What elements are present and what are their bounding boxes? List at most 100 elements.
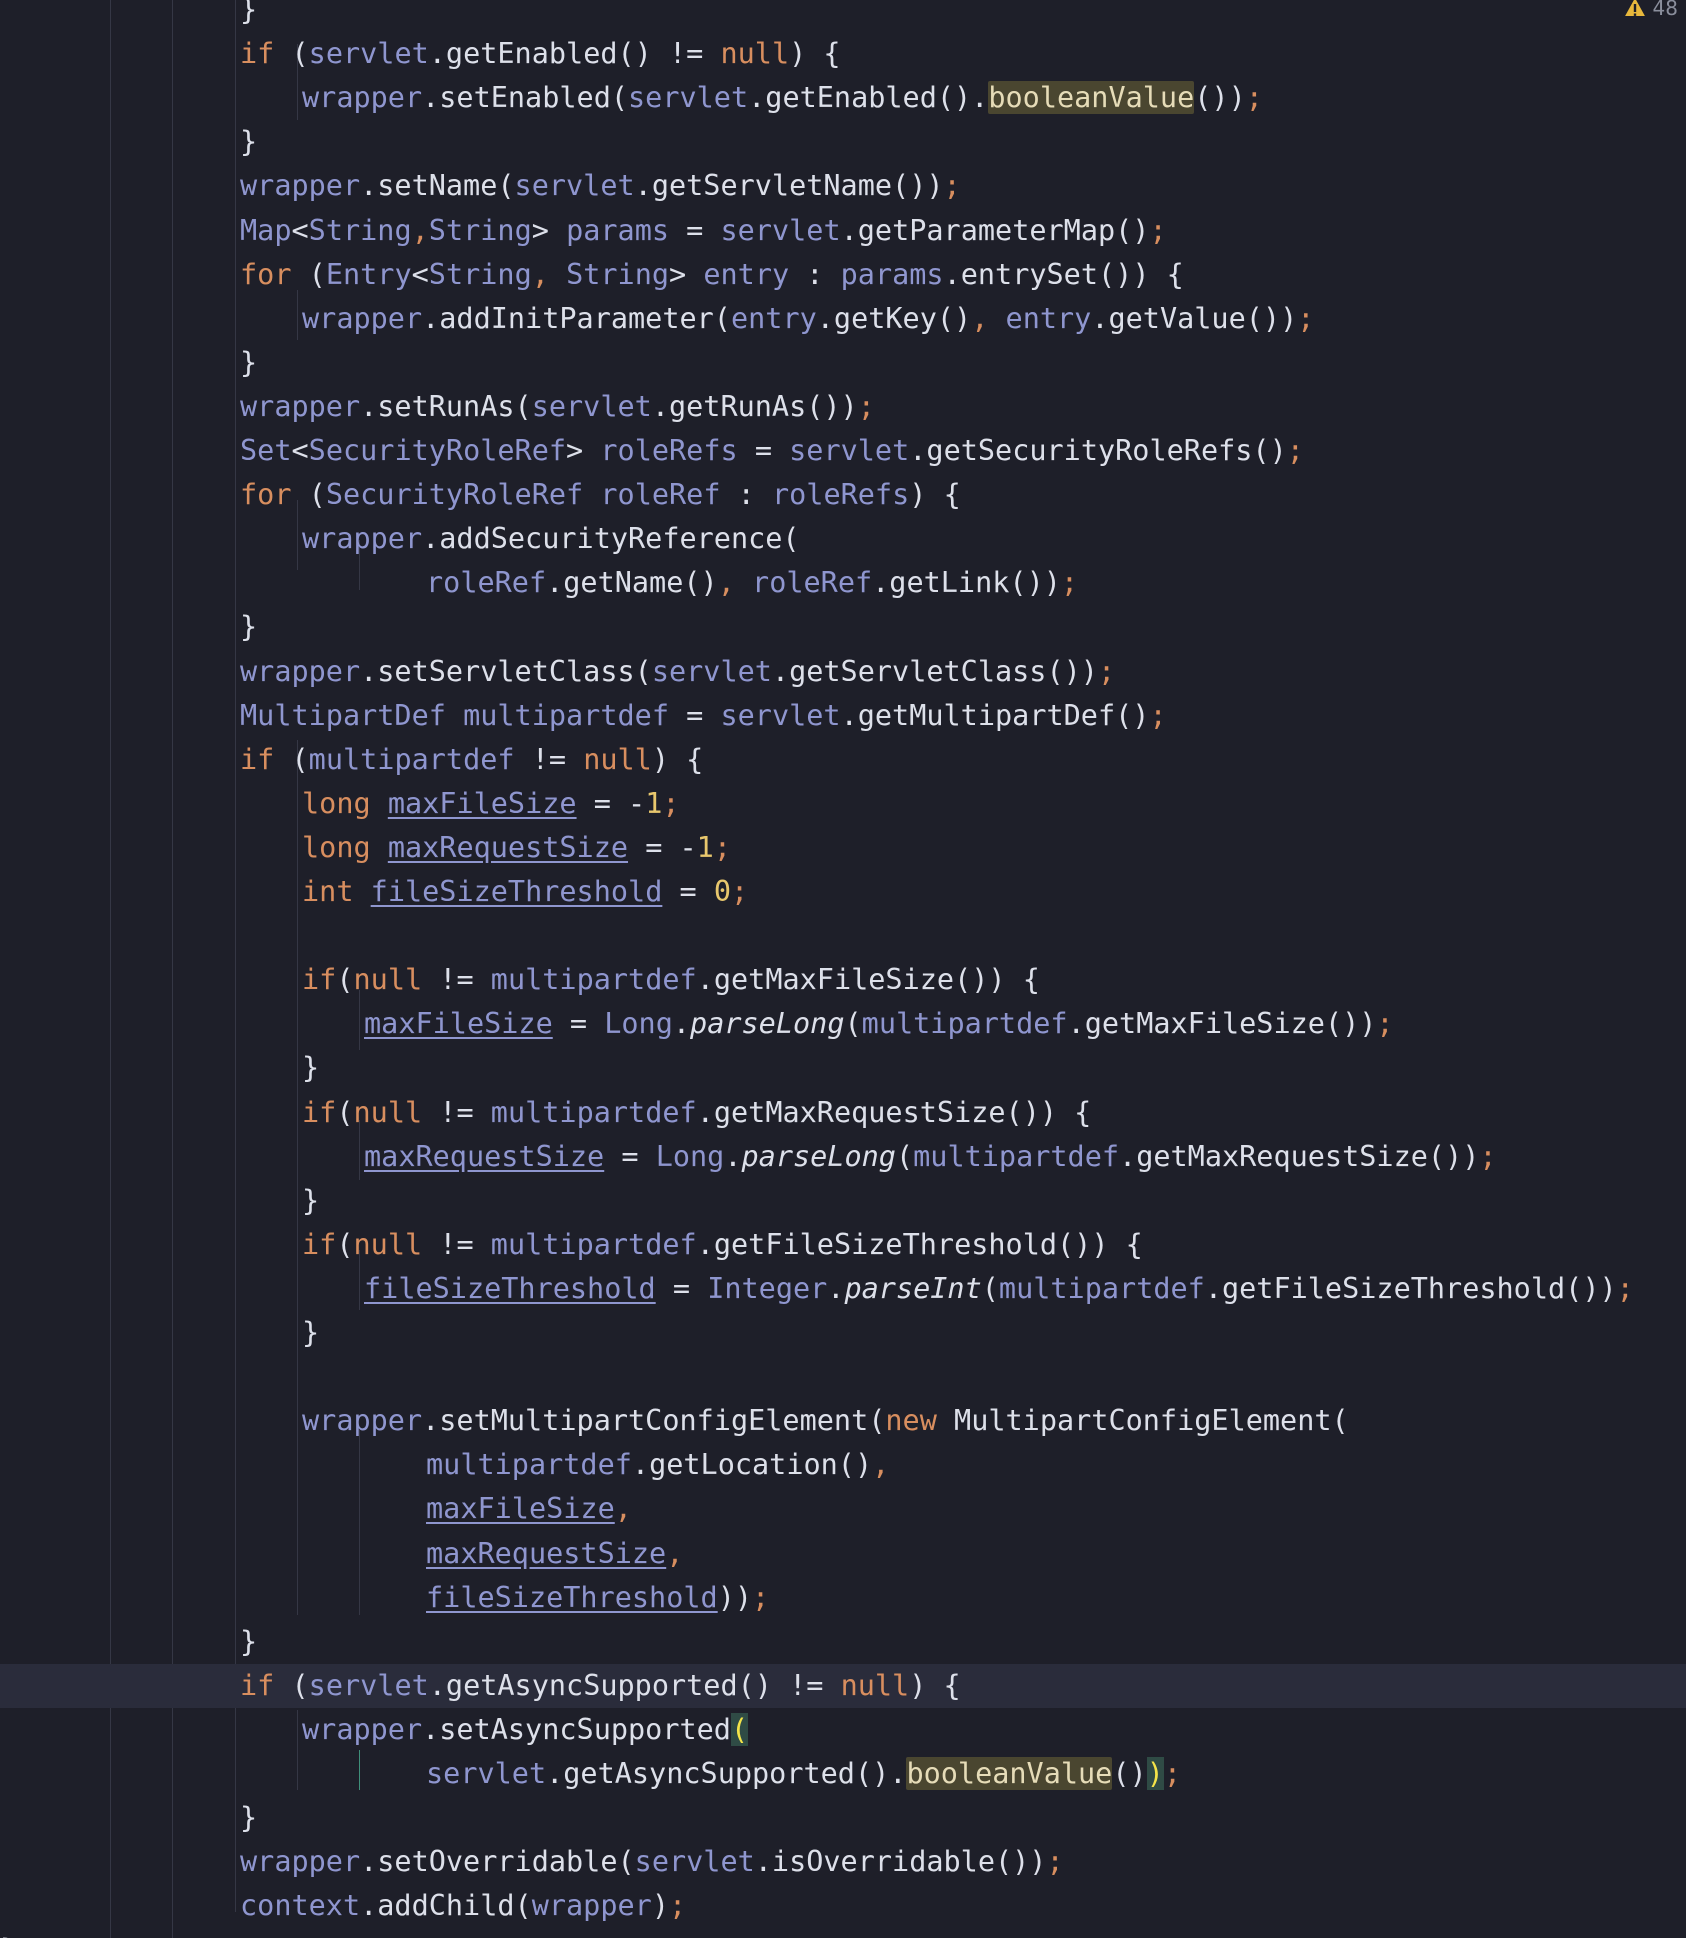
code-token: fileSizeThreshold [370, 875, 663, 908]
code-token: multipartdef [308, 742, 515, 776]
code-token: ( [274, 37, 309, 71]
code-line[interactable]: wrapper.setMultipartConfigElement(new Mu… [0, 1399, 1686, 1443]
code-line[interactable]: Map<String,String> params = servlet.getP… [0, 209, 1686, 253]
code-line[interactable]: roleRef.getName(), roleRef.getLink()); [0, 561, 1686, 605]
code-line[interactable]: maxRequestSize = Long.parseLong(multipar… [0, 1135, 1686, 1179]
code-token: 0 [713, 875, 732, 908]
code-line[interactable]: wrapper.setOverridable(servlet.isOverrid… [0, 1840, 1686, 1884]
code-token: )) [717, 1580, 753, 1614]
code-line[interactable]: maxFileSize, [0, 1487, 1686, 1531]
code-line[interactable]: if(null != multipartdef.getMaxFileSize()… [0, 958, 1686, 1002]
code-token: Long [604, 1007, 673, 1041]
code-token: multipartdef [490, 963, 697, 997]
code-token: null [583, 742, 652, 776]
code-token: ( [981, 1271, 999, 1305]
code-token: = [552, 1007, 605, 1041]
code-token: } [240, 1624, 258, 1658]
code-line[interactable] [0, 1355, 1686, 1399]
code-line[interactable]: wrapper.setAsyncSupported( [0, 1708, 1686, 1752]
code-line[interactable]: maxFileSize = Long.parseLong(multipartde… [0, 1002, 1686, 1046]
code-token: MultipartDef [240, 698, 446, 732]
code-line[interactable]: servlet.getAsyncSupported().booleanValue… [0, 1752, 1686, 1796]
code-token: Entry [325, 257, 412, 291]
code-line[interactable]: if (servlet.getAsyncSupported() != null)… [0, 1663, 1686, 1708]
code-token: servlet [789, 434, 910, 467]
code-line[interactable]: long maxFileSize = -1; [0, 782, 1686, 826]
code-editor[interactable]: } if (servlet.getEnabled() != null) {wrap… [0, 0, 1686, 1938]
code-line[interactable]: if(null != multipartdef.getMaxRequestSiz… [0, 1091, 1686, 1135]
code-token: long [302, 786, 371, 820]
code-token: = - [576, 786, 646, 820]
code-line[interactable]: int fileSizeThreshold = 0; [0, 870, 1686, 914]
code-line[interactable]: fileSizeThreshold = Integer.parseInt(mul… [0, 1267, 1686, 1311]
code-token: .getMaxRequestSize()) { [696, 1095, 1092, 1129]
code-token: new [885, 1404, 937, 1438]
code-line[interactable]: } [0, 1620, 1686, 1664]
code-token: ( [291, 257, 326, 291]
code-line[interactable]: fileSizeThreshold)); [0, 1576, 1686, 1620]
code-line[interactable]: } [0, 605, 1686, 649]
code-token: entry [703, 257, 790, 291]
code-token: } [0, 1933, 17, 1938]
code-line[interactable]: for (SecurityRoleRef roleRef : roleRefs)… [0, 473, 1686, 517]
code-token: servlet [720, 213, 841, 247]
code-line[interactable]: } [0, 120, 1686, 164]
code-token: .addSecurityReference( [422, 522, 800, 556]
code-token: booleanValue [988, 81, 1195, 115]
code-token: if [240, 37, 275, 71]
code-token: wrapper [531, 1889, 652, 1923]
code-line[interactable]: if (servlet.getEnabled() != null) { [0, 32, 1686, 76]
code-token: .getParameterMap() [840, 213, 1150, 247]
code-token: , [411, 213, 429, 247]
code-token: .getServletClass()) [771, 654, 1098, 688]
code-token: > [566, 434, 601, 467]
code-token: servlet [531, 389, 652, 423]
code-line[interactable]: for (Entry<String, String> entry : param… [0, 253, 1686, 297]
code-token: . [672, 1007, 691, 1041]
code-line[interactable]: wrapper.setRunAs(servlet.getRunAs()); [0, 385, 1686, 429]
code-line[interactable]: } [0, 1928, 1686, 1938]
code-line[interactable]: } [0, 1311, 1686, 1355]
code-token: .setServletClass( [360, 654, 652, 688]
code-line[interactable]: if(null != multipartdef.getFileSizeThres… [0, 1223, 1686, 1267]
code-token: } [302, 1316, 320, 1349]
code-line[interactable]: wrapper.setServletClass(servlet.getServl… [0, 650, 1686, 694]
code-line[interactable]: MultipartDef multipartdef = servlet.getM… [0, 694, 1686, 738]
code-line[interactable]: } [0, 1796, 1686, 1840]
code-line[interactable]: } [0, 1179, 1686, 1223]
code-line[interactable]: wrapper.addSecurityReference( [0, 517, 1686, 561]
code-token: ()) [1194, 81, 1246, 115]
code-token: maxFileSize [426, 1492, 615, 1526]
code-token: roleRef [600, 478, 721, 512]
code-line[interactable]: wrapper.setEnabled(servlet.getEnabled().… [0, 76, 1686, 120]
code-line[interactable]: context.addChild(wrapper); [0, 1884, 1686, 1928]
code-token: = [669, 213, 721, 247]
code-token: .setName( [360, 169, 515, 203]
code-line[interactable]: Set<SecurityRoleRef> roleRefs = servlet.… [0, 429, 1686, 473]
code-token: ( [844, 1007, 862, 1041]
code-line[interactable]: wrapper.addInitParameter(entry.getKey(),… [0, 297, 1686, 341]
code-token: ; [1060, 566, 1079, 600]
code-line[interactable]: } [0, 0, 1686, 32]
inspection-widget[interactable]: 48 [1623, 0, 1686, 16]
code-token: .getEnabled() != [428, 37, 721, 71]
code-token: ; [1376, 1007, 1394, 1041]
code-line[interactable]: long maxRequestSize = -1; [0, 826, 1686, 870]
code-line[interactable]: multipartdef.getLocation(), [0, 1443, 1686, 1487]
code-line[interactable]: if (multipartdef != null) { [0, 738, 1686, 782]
code-line[interactable]: wrapper.setName(servlet.getServletName()… [0, 164, 1686, 208]
code-line[interactable]: } [0, 1046, 1686, 1090]
code-token: .getLink()) [872, 566, 1061, 600]
code-token: } [240, 0, 258, 26]
code-token: } [240, 1801, 258, 1835]
code-line[interactable]: maxRequestSize, [0, 1532, 1686, 1576]
code-token: = [737, 434, 790, 467]
code-token: ) [1146, 1757, 1164, 1790]
code-token: ; [1046, 1845, 1064, 1879]
code-line[interactable] [0, 914, 1686, 958]
code-token: parseLong [690, 1007, 845, 1041]
code-token: .setAsyncSupported [422, 1712, 731, 1746]
code-token: roleRefs [771, 478, 910, 512]
code-line[interactable]: } [0, 341, 1686, 385]
